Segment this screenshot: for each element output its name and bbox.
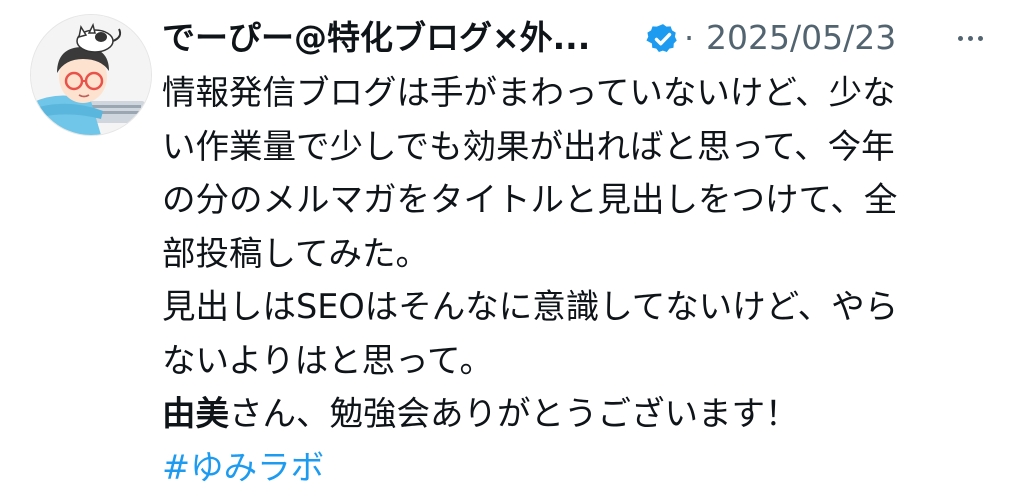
- avatar[interactable]: [30, 14, 152, 136]
- tweet-mention-line: 由美さん、勉強会ありがとうございます！: [162, 387, 982, 441]
- tweet-hashtag-line: #ゆみラボ: [162, 441, 982, 494]
- tweet-header: でーぴー@特化ブログ×外... · 2025/05/23: [162, 8, 992, 68]
- tweet-text-line: ないよりはと思って。: [162, 334, 982, 388]
- avatar-illustration: [31, 15, 151, 135]
- tweet-text-line: 部投稿してみた。: [162, 227, 982, 281]
- separator-dot: ·: [684, 16, 694, 60]
- hashtag-link[interactable]: #ゆみラボ: [162, 448, 324, 487]
- verified-badge-icon: [646, 22, 680, 56]
- tweet: でーぴー@特化ブログ×外... · 2025/05/23 情報発信ブログは手がま…: [0, 0, 1024, 468]
- author-display-name[interactable]: でーぴー@特化ブログ×外...: [162, 16, 590, 60]
- tweet-text-line: い作業量で少しでも効果が出ればと思って、今年: [162, 120, 982, 174]
- mentioned-name: 由美: [162, 394, 229, 433]
- tweet-timestamp[interactable]: 2025/05/23: [706, 16, 896, 60]
- tweet-text-line: の分のメルマガをタイトルと見出しをつけて、全: [162, 173, 982, 227]
- tweet-text-line: 情報発信ブログは手がまわっていないけど、少な: [162, 66, 982, 120]
- mention-message: さん、勉強会ありがとうございます！: [229, 394, 799, 433]
- more-options-icon[interactable]: [948, 18, 992, 58]
- tweet-body: 情報発信ブログは手がまわっていないけど、少な い作業量で少しでも効果が出ればと思…: [162, 66, 982, 494]
- tweet-text-line: 見出しはSEOはそんなに意識してないけど、やら: [162, 280, 982, 334]
